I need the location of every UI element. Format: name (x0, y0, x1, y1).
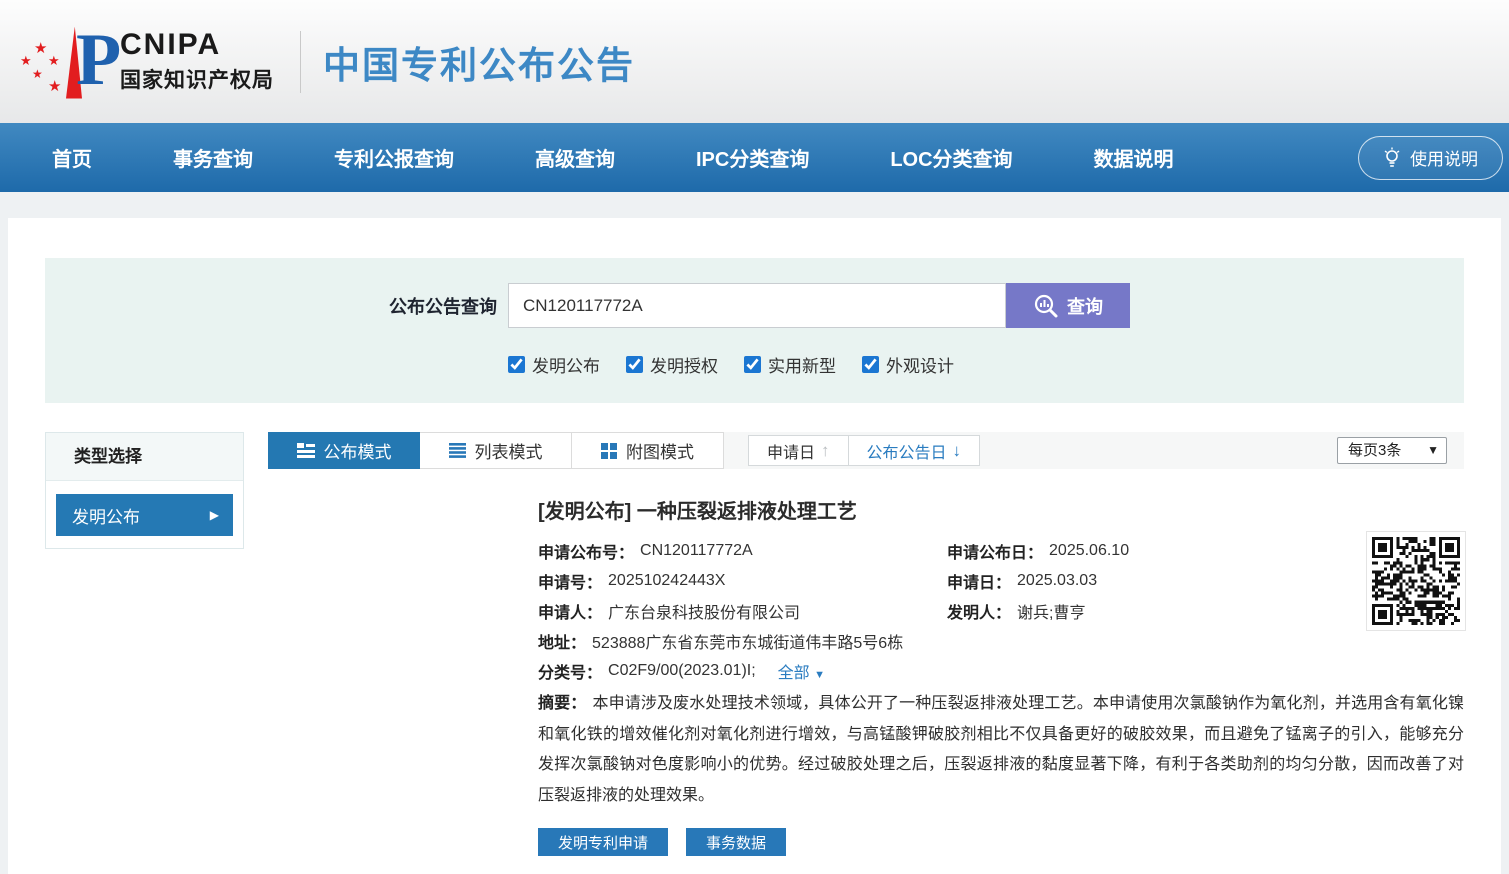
content-card: 公布公告查询 查询 发明公布 发明授权 (8, 218, 1501, 874)
field-address: 地址： 523888广东省东莞市东城街道伟丰路5号6栋 (538, 626, 1464, 656)
sidebar-item-invention-publication[interactable]: 发明公布 ▶ (56, 494, 233, 536)
results-toolbar: 公布模式 列表模式 (268, 432, 1464, 469)
usage-help-label: 使用说明 (1410, 145, 1478, 170)
search-button-label: 查询 (1067, 293, 1103, 319)
header-divider (300, 31, 301, 93)
nav-item-transaction-search[interactable]: 事务查询 (173, 143, 253, 172)
search-input[interactable] (508, 283, 1006, 328)
tab-list-mode[interactable]: 列表模式 (420, 432, 572, 469)
invention-application-button[interactable]: 发明专利申请 (538, 828, 668, 856)
patent-abstract: 摘要：本申请涉及废水处理技术领域，具体公开了一种压裂返排液处理工艺。本申请使用次… (538, 689, 1464, 811)
field-applicant: 申请人： 广东台泉科技股份有限公司 (538, 596, 947, 626)
page-header: ★ ★ ★ ★ ★ P CNIPA 国家知识产权局 中国专利公布公告 (0, 0, 1509, 123)
type-sidebar: 类型选择 发明公布 ▶ (45, 432, 244, 549)
logo-acronym: CNIPA (120, 29, 274, 61)
patent-fields: 申请公布号： CN120117772A 申请公布日： 2025.06.10 申请… (538, 536, 1464, 626)
qr-code (1366, 531, 1466, 631)
checkbox-invention-grant[interactable] (626, 356, 643, 373)
filter-design[interactable]: 外观设计 (862, 352, 954, 377)
sidebar-title: 类型选择 (46, 433, 243, 481)
logo-org-name: 国家知识产权局 (120, 64, 274, 94)
cnipa-logo: ★ ★ ★ ★ ★ P CNIPA 国家知识产权局 (18, 19, 274, 105)
spacer-band (0, 192, 1509, 218)
patent-title: [发明公布] 一种压裂返排液处理工艺 (538, 495, 1464, 524)
cnipa-logo-icon: ★ ★ ★ ★ ★ P (18, 19, 110, 105)
tab-figure-mode[interactable]: 附图模式 (572, 432, 724, 469)
nav-item-gazette-search[interactable]: 专利公报查询 (334, 143, 454, 172)
patent-type-filters: 发明公布 发明授权 实用新型 外观设计 (508, 352, 1464, 377)
lightbulb-icon (1383, 147, 1401, 169)
arrow-up-icon: ↑ (821, 441, 830, 461)
checkbox-utility-model[interactable] (744, 356, 761, 373)
grid-view-icon (601, 443, 617, 459)
field-application-number: 申请号： 202510242443X (538, 566, 947, 596)
field-classification: 分类号： C02F9/00(2023.01)I; 全部 ▼ (538, 656, 1464, 686)
search-button[interactable]: 查询 (1006, 283, 1130, 328)
site-title: 中国专利公布公告 (323, 35, 635, 89)
nav-item-home[interactable]: 首页 (52, 143, 92, 172)
filter-utility-model[interactable]: 实用新型 (744, 352, 836, 377)
sort-by-publication-date[interactable]: 公布公告日 ↓ (848, 436, 980, 465)
list-view-icon (449, 443, 466, 458)
chevron-down-icon: ▼ (814, 669, 825, 681)
tab-publication-mode[interactable]: 公布模式 (268, 432, 420, 469)
announcement-search-panel: 公布公告查询 查询 发明公布 发明授权 (45, 258, 1464, 403)
nav-item-data-description[interactable]: 数据说明 (1094, 143, 1174, 172)
detail-view-icon (297, 443, 315, 458)
nav-item-ipc-search[interactable]: IPC分类查询 (696, 143, 809, 172)
checkbox-design[interactable] (862, 356, 879, 373)
nav-item-loc-search[interactable]: LOC分类查询 (890, 143, 1012, 172)
sort-by-application-date[interactable]: 申请日 ↑ (749, 436, 848, 465)
checkbox-invention-publication[interactable] (508, 356, 525, 373)
page-size-select[interactable]: 每页3条 (1337, 437, 1447, 464)
transaction-data-button[interactable]: 事务数据 (686, 828, 786, 856)
patent-result-item: [发明公布] 一种压裂返排液处理工艺 申请公布号： CN120117772A 申… (268, 469, 1464, 874)
filter-invention-publication[interactable]: 发明公布 (508, 352, 600, 377)
classification-expand-link[interactable]: 全部 ▼ (778, 659, 825, 683)
chevron-right-icon: ▶ (210, 508, 219, 522)
result-actions: 发明专利申请 事务数据 (538, 828, 1464, 856)
nav-item-advanced-search[interactable]: 高级查询 (535, 143, 615, 172)
arrow-down-icon: ↓ (953, 441, 962, 461)
field-publication-number: 申请公布号： CN120117772A (538, 536, 947, 566)
page-size-select-wrap: 每页3条 ▼ (1337, 437, 1447, 464)
filter-invention-grant[interactable]: 发明授权 (626, 352, 718, 377)
sort-controls: 申请日 ↑ 公布公告日 ↓ (748, 435, 980, 466)
usage-help-button[interactable]: 使用说明 (1358, 136, 1503, 180)
search-label: 公布公告查询 (45, 293, 508, 319)
magnifier-chart-icon (1033, 293, 1059, 319)
main-nav: 首页 事务查询 专利公报查询 高级查询 IPC分类查询 LOC分类查询 数据说明… (0, 123, 1509, 192)
